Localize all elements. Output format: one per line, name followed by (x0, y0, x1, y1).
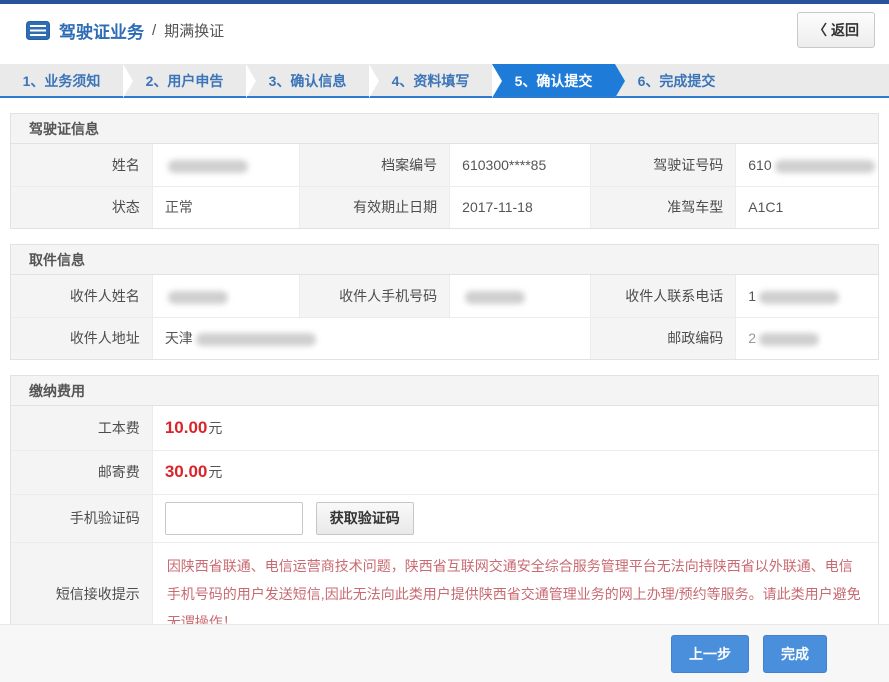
license-number-value: 610〈 (736, 144, 878, 186)
status-value: 正常 (152, 186, 299, 228)
license-info-title: 驾驶证信息 (11, 114, 878, 144)
currency-unit: 元 (208, 420, 222, 436)
redacted-value (168, 291, 228, 304)
expiry-value: 2017-11-18 (450, 186, 591, 228)
page-header: 驾驶证业务 / 期满换证 〈返回 (0, 4, 889, 56)
file-number-value: 610300****85 (450, 144, 591, 186)
vehicle-class-value: A1C1 (736, 186, 878, 228)
step-wizard: 1、业务须知 2、用户申告 3、确认信息 4、资料填写 5、确认提交 6、完成提… (0, 64, 889, 98)
breadcrumb-current: 期满换证 (164, 20, 224, 41)
expiry-label: 有效期止日期 (300, 186, 450, 228)
postcode-label: 邮政编码 (591, 317, 736, 359)
get-sms-code-button[interactable]: 获取验证码 (316, 502, 414, 535)
name-label: 姓名 (11, 144, 152, 186)
back-button[interactable]: 〈返回 (797, 12, 875, 48)
form-list-icon (26, 21, 50, 40)
finish-button[interactable]: 完成 (763, 635, 827, 673)
recipient-name-label: 收件人姓名 (11, 275, 152, 317)
post-fee-label: 邮寄费 (11, 450, 152, 494)
page-title: 驾驶证业务 (59, 18, 144, 43)
pickup-info-table: 收件人姓名 收件人手机号码 收件人联系电话 1 收件人地址 天津 邮政编码 2 (11, 275, 878, 359)
license-info-panel: 驾驶证信息 姓名 档案编号 610300****85 驾驶证号码 610〈 状态… (10, 113, 879, 229)
redacted-value (196, 333, 316, 346)
post-fee-value: 30.00元 (152, 450, 878, 494)
recipient-mobile-label: 收件人手机号码 (300, 275, 450, 317)
table-row: 邮寄费 30.00元 (11, 450, 878, 494)
step-5-confirm-submit[interactable]: 5、确认提交 (492, 64, 615, 96)
table-row: 收件人姓名 收件人手机号码 收件人联系电话 1 (11, 275, 878, 317)
work-fee-label: 工本费 (11, 406, 152, 450)
recipient-phone-value: 1 (736, 275, 878, 317)
table-row: 工本费 10.00元 (11, 406, 878, 450)
sms-notice-text: 因陕西省联通、电信运营商技术问题，陕西省互联网交通安全综合服务管理平台无法向持陕… (167, 552, 864, 636)
sms-code-input[interactable] (165, 502, 303, 535)
fees-table: 工本费 10.00元 邮寄费 30.00元 手机验证码 获取验证码 短信接收提示… (11, 406, 878, 645)
table-row: 手机验证码 获取验证码 (11, 494, 878, 542)
redacted-value (759, 333, 819, 346)
step-2-user-declaration[interactable]: 2、用户申告 (123, 64, 246, 96)
fees-title: 缴纳费用 (11, 376, 878, 406)
chevron-left-icon: 〈 (813, 22, 827, 38)
step-3-confirm-info[interactable]: 3、确认信息 (246, 64, 369, 96)
vehicle-class-label: 准驾车型 (591, 186, 736, 228)
previous-step-button[interactable]: 上一步 (671, 635, 749, 673)
name-value (152, 144, 299, 186)
fees-panel: 缴纳费用 工本费 10.00元 邮寄费 30.00元 手机验证码 获取验证码 短… (10, 375, 879, 646)
footer-action-bar: 上一步 完成 (0, 624, 889, 682)
sms-code-cell: 获取验证码 (152, 494, 878, 542)
redacted-value (759, 291, 839, 304)
step-4-fill-data[interactable]: 4、资料填写 (369, 64, 492, 96)
address-value: 天津 (152, 317, 591, 359)
license-number-label: 驾驶证号码 (591, 144, 736, 186)
recipient-phone-label: 收件人联系电话 (591, 275, 736, 317)
license-info-table: 姓名 档案编号 610300****85 驾驶证号码 610〈 状态 正常 有效… (11, 144, 878, 228)
breadcrumb-divider: / (152, 22, 156, 39)
redacted-value (465, 291, 525, 304)
status-label: 状态 (11, 186, 152, 228)
step-6-finish-submit[interactable]: 6、完成提交 (615, 64, 738, 96)
table-row: 姓名 档案编号 610300****85 驾驶证号码 610〈 (11, 144, 878, 186)
sms-code-label: 手机验证码 (11, 494, 152, 542)
table-row: 状态 正常 有效期止日期 2017-11-18 准驾车型 A1C1 (11, 186, 878, 228)
recipient-name-value (152, 275, 299, 317)
address-label: 收件人地址 (11, 317, 152, 359)
table-row: 收件人地址 天津 邮政编码 2 (11, 317, 878, 359)
file-number-label: 档案编号 (300, 144, 450, 186)
work-fee-value: 10.00元 (152, 406, 878, 450)
redacted-value (775, 160, 875, 173)
pickup-info-title: 取件信息 (11, 245, 878, 275)
postcode-value: 2 (736, 317, 878, 359)
currency-unit: 元 (208, 464, 222, 480)
recipient-mobile-value (450, 275, 591, 317)
pickup-info-panel: 取件信息 收件人姓名 收件人手机号码 收件人联系电话 1 收件人地址 天津 邮政… (10, 244, 879, 360)
step-1-business-notice[interactable]: 1、业务须知 (0, 64, 123, 96)
back-button-label: 返回 (831, 22, 859, 38)
redacted-value (168, 160, 248, 173)
